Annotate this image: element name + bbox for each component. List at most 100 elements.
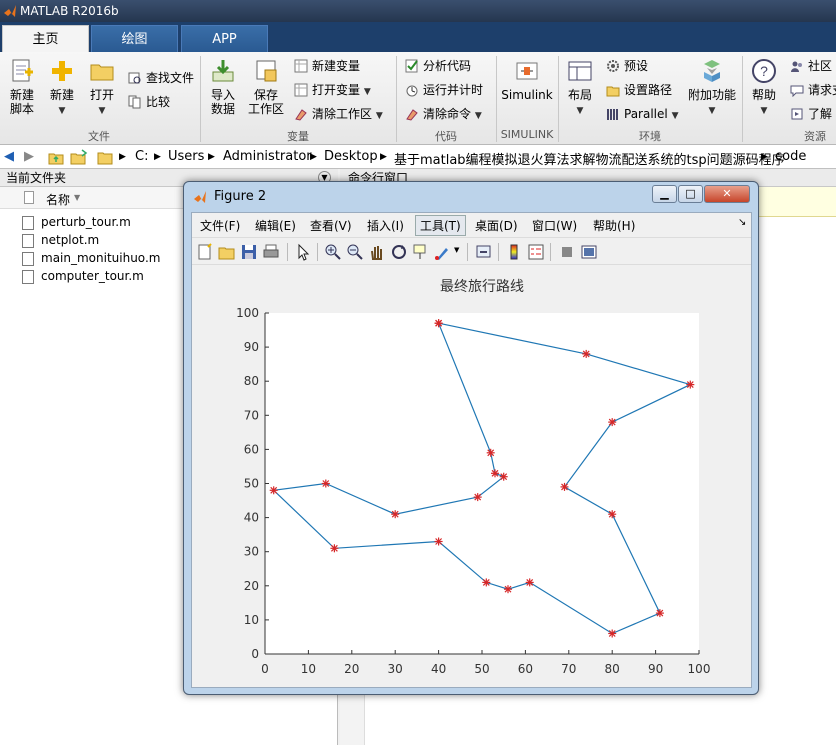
tour-route-chart[interactable]: 最终旅行路线 0 10 20 30 40 50 60 70 80 90 100 0 10 20 30 40 50… <box>192 266 751 687</box>
menu-help[interactable]: 帮助(H) <box>593 217 635 234</box>
breadcrumb-users[interactable]: Users <box>168 149 204 164</box>
parallel-button[interactable]: Parallel ▼ <box>606 106 678 124</box>
tab-home[interactable]: 主页 <box>2 25 89 52</box>
name-column-header[interactable]: 名称 <box>46 191 70 208</box>
figure-window[interactable]: Figure 2 ▁ □ ✕ 文件(F) 编辑(E) 查看(V) 插入(I) 工… <box>183 181 759 695</box>
city-point <box>655 609 664 618</box>
save-workspace-button[interactable]: 保存 工作区 <box>246 58 286 116</box>
forward-arrow-icon[interactable]: ▶ <box>24 149 34 164</box>
file-name: perturb_tour.m <box>41 215 131 229</box>
zoom-in-icon[interactable] <box>324 243 342 261</box>
help-dropdown-icon: ▼ <box>760 106 768 116</box>
current-folder-title: 当前文件夹 <box>6 171 67 185</box>
print-icon[interactable] <box>262 243 280 261</box>
link-plot-icon[interactable] <box>475 243 493 261</box>
clear-workspace-button[interactable]: 清除工作区 ▼ <box>294 106 383 124</box>
zoom-out-icon[interactable] <box>346 243 364 261</box>
help-button[interactable]: ? 帮助 ▼ <box>747 58 781 118</box>
close-icon: ✕ <box>722 187 732 200</box>
x-tick-label: 50 <box>474 662 489 676</box>
up-folder-icon[interactable] <box>48 149 64 165</box>
pan-icon[interactable] <box>368 243 386 261</box>
addons-button[interactable]: 附加功能 ▼ <box>686 58 738 118</box>
learn-link[interactable]: 了解 <box>790 106 832 122</box>
layout-icon <box>568 61 592 81</box>
new-variable-button[interactable]: 新建变量 <box>294 58 360 74</box>
maximize-button[interactable]: □ <box>678 185 703 203</box>
toolbar-separator <box>287 243 288 261</box>
new-script-button[interactable]: 新建 脚本 <box>4 58 40 116</box>
simulink-label: Simulink <box>501 88 553 102</box>
new-button[interactable]: 新建 ▼ <box>46 58 78 118</box>
request-support-link[interactable]: 请求支 <box>790 82 836 98</box>
help-label: 帮助 <box>751 88 776 102</box>
m-file-icon <box>22 252 34 266</box>
breadcrumb-administrator[interactable]: Administrator <box>223 149 312 164</box>
brush-dropdown-icon[interactable]: ▼ <box>454 246 459 254</box>
breadcrumb-code[interactable]: code <box>775 149 806 164</box>
brush-icon[interactable] <box>434 243 452 261</box>
y-tick-label: 10 <box>244 613 259 627</box>
minimize-button[interactable]: ▁ <box>652 185 677 203</box>
breadcrumb-project-folder[interactable]: 基于matlab编程模拟退火算法求解物流配送系统的tsp问题源码程序 <box>394 149 785 168</box>
minimize-icon: ▁ <box>660 187 669 200</box>
compare-button[interactable]: 比较 <box>128 94 170 110</box>
close-button[interactable]: ✕ <box>704 185 750 203</box>
open-folder-icon <box>90 64 114 81</box>
menu-desktop[interactable]: 桌面(D) <box>475 217 518 234</box>
resources-group-label: 资源 <box>804 130 826 143</box>
preferences-button[interactable]: 预设 <box>606 58 648 74</box>
analyze-code-button[interactable]: 分析代码 <box>405 58 471 74</box>
y-tick-label: 20 <box>244 579 259 593</box>
show-plot-tools-icon[interactable] <box>580 243 598 261</box>
data-cursor-icon[interactable] <box>412 243 430 261</box>
colorbar-icon[interactable] <box>505 243 523 261</box>
x-tick-label: 90 <box>648 662 663 676</box>
open-file-icon[interactable] <box>218 243 236 261</box>
community-link[interactable]: 社区 <box>790 58 832 74</box>
breadcrumb-desktop[interactable]: Desktop <box>324 149 378 164</box>
menubar-overflow-icon[interactable]: ↘ <box>738 217 746 228</box>
help-icon: ? <box>752 59 776 83</box>
app-titlebar: MATLAB R2016b <box>0 0 836 22</box>
simulink-button[interactable]: Simulink <box>501 58 553 102</box>
clear-commands-button[interactable]: 清除命令 ▼ <box>405 106 482 124</box>
run-and-time-button[interactable]: 运行并计时 <box>405 82 483 98</box>
tab-apps[interactable]: APP <box>181 25 268 52</box>
hide-plot-tools-icon[interactable] <box>558 243 576 261</box>
breadcrumb-separator: ▶ <box>208 152 215 162</box>
pointer-icon[interactable] <box>294 243 312 261</box>
breadcrumb-drive[interactable]: C: <box>135 149 148 164</box>
menu-file[interactable]: 文件(F) <box>200 217 240 234</box>
menu-insert[interactable]: 插入(I) <box>367 217 404 234</box>
clear-workspace-dropdown-icon: ▼ <box>375 111 383 121</box>
figure-menubar: 文件(F) 编辑(E) 查看(V) 插入(I) 工具(T) 桌面(D) 窗口(W… <box>192 213 751 237</box>
import-data-button[interactable]: 导入 数据 <box>205 58 241 116</box>
x-tick-label: 60 <box>518 662 533 676</box>
variable-group-label: 变量 <box>287 130 309 143</box>
menu-window[interactable]: 窗口(W) <box>532 217 577 234</box>
tab-plots[interactable]: 绘图 <box>91 25 178 52</box>
city-point <box>486 448 495 457</box>
sort-arrow-icon: ▼ <box>74 193 81 202</box>
save-workspace-label: 保存 工作区 <box>247 88 284 116</box>
open-button[interactable]: 打开 ▼ <box>86 58 118 118</box>
open-variable-button[interactable]: 打开变量 ▼ <box>294 82 371 100</box>
set-path-button[interactable]: 设置路径 <box>606 82 672 98</box>
legend-icon[interactable] <box>527 243 545 261</box>
file-name: main_monituihuo.m <box>41 251 161 265</box>
save-icon[interactable] <box>240 243 258 261</box>
menu-edit[interactable]: 编辑(E) <box>255 217 296 234</box>
menu-view[interactable]: 查看(V) <box>310 217 352 234</box>
find-files-button[interactable]: 查找文件 <box>128 70 194 86</box>
clear-commands-icon <box>406 109 418 121</box>
menu-tools[interactable]: 工具(T) <box>415 215 466 236</box>
rotate-icon[interactable] <box>390 243 408 261</box>
figure-titlebar[interactable]: Figure 2 ▁ □ ✕ <box>184 182 758 210</box>
back-arrow-icon[interactable]: ◀ <box>4 149 14 164</box>
browse-folder-icon[interactable] <box>70 149 88 165</box>
layout-button[interactable]: 布局 ▼ <box>563 58 597 118</box>
environment-group-label: 环境 <box>639 130 661 143</box>
maximize-icon: □ <box>685 187 696 200</box>
new-figure-icon[interactable] <box>196 243 214 261</box>
